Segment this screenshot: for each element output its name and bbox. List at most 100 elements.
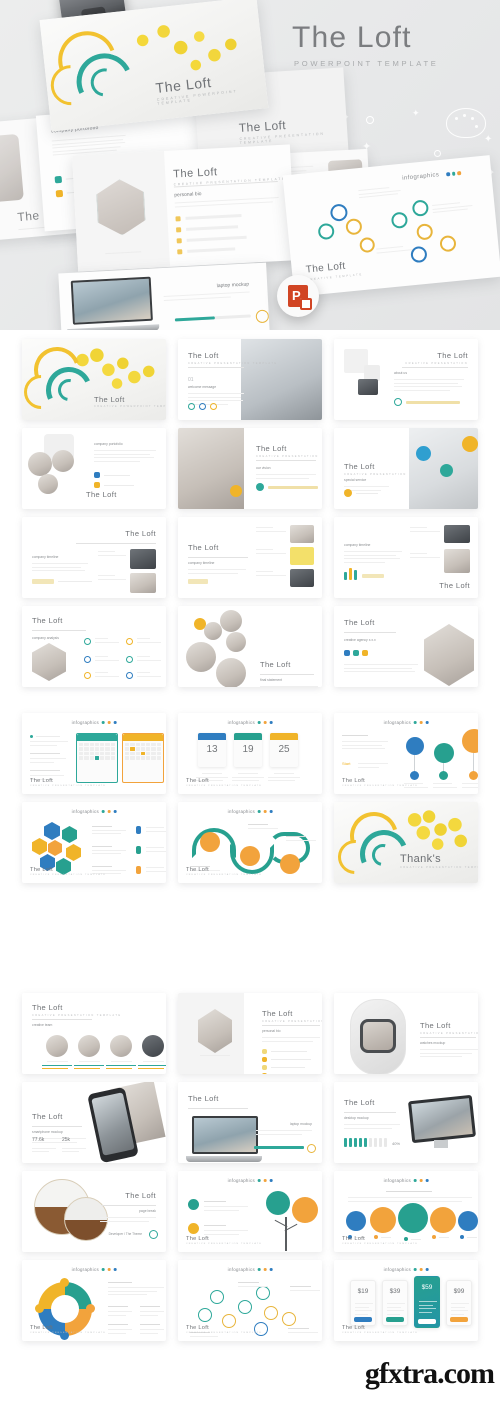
node [390, 211, 409, 229]
slide-thanks[interactable]: Thank's CREATIVE PRESENTATION TEMPLATE [334, 802, 478, 883]
slide-tree-infographic[interactable]: infographics The Loft CREATIVE PRESENTAT… [178, 1171, 322, 1252]
slide-welcome[interactable]: The Loft CREATIVE PRESENTATION TEMPLATE … [178, 339, 322, 420]
icon-circle[interactable] [188, 1223, 199, 1234]
icon-circle[interactable] [126, 638, 133, 645]
network-node[interactable] [198, 1308, 212, 1322]
hexagon-node[interactable] [66, 844, 81, 861]
footer-tagline: CREATIVE PRESENTATION TEMPLATE [30, 1332, 107, 1334]
slide-hexagon-network-infographic[interactable]: infographics The Loft CREATIVE PRESENTAT… [22, 802, 166, 883]
social-icon[interactable] [210, 403, 217, 410]
slide-balloon-infographic[interactable]: infographics Start The Loft CREATIVE PRE… [334, 713, 478, 794]
slide-title-text: The Loft [94, 394, 125, 404]
slide-cover[interactable]: The Loft CREATIVE POWERPOINT TEMPLATE [22, 339, 166, 420]
slide-desktop-mockup[interactable]: The Loft desktop mockup 40% [334, 1082, 478, 1163]
balloon[interactable] [406, 737, 424, 755]
social-icon[interactable] [199, 403, 206, 410]
bubble[interactable] [458, 1211, 478, 1231]
footer-tagline: CREATIVE PRESENTATION TEMPLATE [186, 1332, 263, 1334]
network-node[interactable] [238, 1300, 252, 1314]
hexagon-node[interactable] [62, 826, 77, 843]
slide-title: The Loft CREATIVE PRESENTATION [344, 462, 407, 476]
footer-title: The Loft [186, 867, 209, 873]
hexagon-node[interactable] [44, 822, 60, 840]
balloon-marker [416, 446, 431, 461]
icon-circle[interactable] [84, 672, 91, 679]
pricing-cta-button[interactable] [354, 1317, 372, 1322]
stat-value: 25k [62, 1137, 71, 1143]
bubble[interactable] [430, 1207, 456, 1233]
hero-banner: ✦ ✦ ✦ ✦ ✦ ✦ The L company portofolio The… [0, 0, 500, 330]
pricing-card-professional[interactable]: $59 [414, 1276, 440, 1328]
slide-circle-network-infographic[interactable]: infographics The Loft CREATIVE PRESENTAT… [178, 1260, 322, 1341]
date-card[interactable]: 25 [270, 733, 298, 767]
slide-subtitle: company analysis [32, 636, 59, 640]
pricing-cta-button[interactable] [386, 1317, 404, 1322]
balloon[interactable] [434, 743, 454, 763]
slide-our-vision[interactable]: The Loft CREATIVE PRESENTATION our visio… [178, 428, 322, 509]
slide-donut-infographic[interactable]: infographics The Loft CREATIVE PRESENTAT… [22, 1260, 166, 1341]
slide-subtitle: desktop mockup [344, 1116, 369, 1120]
infographics-label: infographics [227, 1178, 255, 1183]
network-node[interactable] [264, 1306, 278, 1320]
slide-title-text: The Loft [256, 444, 287, 453]
slide-personal-bio[interactable]: The Loft CREATIVE PRESENTATION personal … [178, 993, 322, 1074]
calendar-orange[interactable] [122, 733, 164, 783]
tree-node-cart[interactable] [292, 1197, 318, 1223]
legend-dots [446, 171, 462, 177]
date-card[interactable]: 13 [198, 733, 226, 767]
slide-calendar-infographic[interactable]: infographics The Loft CREATIVE PRESENTAT… [22, 713, 166, 794]
icon-circle [344, 489, 352, 497]
balloon[interactable] [462, 729, 478, 753]
pricing-cta-button[interactable] [418, 1319, 436, 1324]
slide-bubbles-infographic[interactable]: infographics The Loft CREATIVE PRESENTAT… [334, 1171, 478, 1252]
pricing-card-enterprise[interactable]: $99 [446, 1280, 472, 1326]
bubble[interactable] [346, 1211, 366, 1231]
pricing-card-team[interactable]: $39 [382, 1280, 408, 1326]
slide-page-break[interactable]: The Loft page break Developer / The Them… [22, 1171, 166, 1252]
slide-analysis[interactable]: The Loft company analysis [22, 606, 166, 687]
slide-testimonial[interactable]: The Loft final statement [178, 606, 322, 687]
date-card[interactable]: 19 [234, 733, 262, 767]
icon-circle[interactable] [84, 656, 91, 663]
icon-circle[interactable] [84, 638, 91, 645]
photo [52, 450, 74, 472]
icon-circle[interactable] [126, 656, 133, 663]
slide-title: The Loft CREATIVE TEMPLATE [305, 259, 363, 282]
network-node[interactable] [210, 1290, 224, 1304]
icon-circle[interactable] [126, 672, 133, 679]
slide-pricing-table[interactable]: infographics $19 $39 $59 $99 The Loft CR… [334, 1260, 478, 1341]
infographics-header: infographics [228, 720, 273, 725]
slide-portfolio[interactable]: company portofolio The Loft [22, 428, 166, 509]
calendar-teal[interactable] [76, 733, 118, 783]
slide-timeline-c[interactable]: company timeline The Loft [334, 517, 478, 598]
slide-smartphone-mockup[interactable]: The Loft smartphone mockup 77.6k 25k [22, 1082, 166, 1163]
infographics-header: infographics [228, 1178, 273, 1183]
network-node[interactable] [282, 1312, 296, 1326]
tree-node-person[interactable] [266, 1191, 290, 1215]
slide-date-cards-infographic[interactable]: infographics 13 19 25 The Loft CREATIVE … [178, 713, 322, 794]
slide-laptop-mockup[interactable]: The Loft laptop mockup [178, 1082, 322, 1163]
bubble[interactable] [398, 1203, 428, 1233]
hexagon-node[interactable] [32, 838, 47, 855]
bubble[interactable] [370, 1207, 396, 1233]
slide-special-service[interactable]: The Loft CREATIVE PRESENTATION special s… [334, 428, 478, 509]
process-node[interactable] [200, 832, 220, 852]
slide-about[interactable]: The Loft CREATIVE PRESENTATION about us [334, 339, 478, 420]
process-node[interactable] [240, 846, 260, 866]
slide-team[interactable]: The Loft CREATIVE PRESENTATION TEMPLATE … [22, 993, 166, 1074]
slide-timeline-b[interactable]: The Loft company timeline [178, 517, 322, 598]
pricing-cta-button[interactable] [450, 1317, 468, 1322]
slide-wave-process-infographic[interactable]: infographics The Loft CREATIVE PRESENTAT… [178, 802, 322, 883]
slide-timeline[interactable]: The Loft company timeline [22, 517, 166, 598]
pricing-card-basic[interactable]: $19 [350, 1280, 376, 1326]
process-node[interactable] [280, 854, 300, 874]
slide-footer: The Loft CREATIVE PRESENTATION TEMPLATE [186, 867, 262, 876]
monitor-stand [434, 1140, 448, 1148]
slide-watch-mockup[interactable]: The Loft CREATIVE PRESENTATION watches m… [334, 993, 478, 1074]
icon-circle[interactable] [188, 1199, 199, 1210]
social-icon[interactable] [188, 403, 195, 410]
hexagon-node[interactable] [48, 840, 62, 856]
bar-chart-bar [344, 572, 347, 580]
slide-creative-agency[interactable]: The Loft creative agency x.x.x [334, 606, 478, 687]
icon-chip [460, 1235, 464, 1239]
